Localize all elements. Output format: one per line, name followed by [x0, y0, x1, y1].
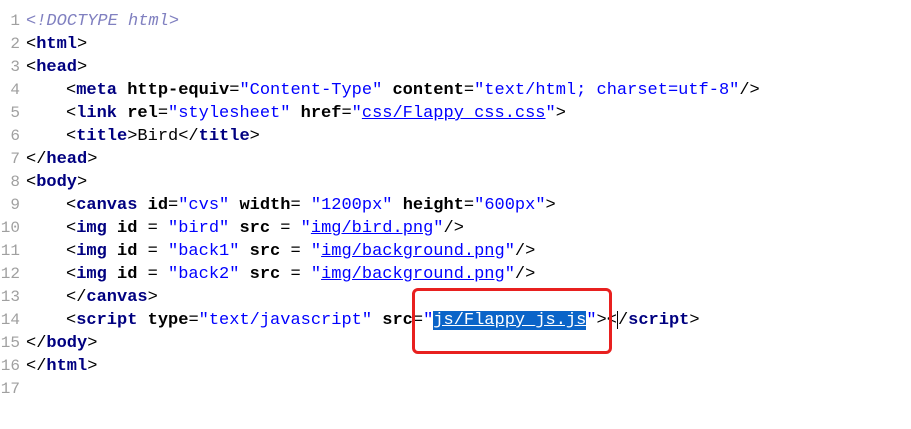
- attribute-name: id: [147, 196, 169, 215]
- tag-name: html: [36, 35, 78, 54]
- line-number: 16: [0, 357, 20, 375]
- tag-name: title: [76, 127, 128, 146]
- title-text: Bird: [137, 127, 179, 146]
- code-line-11[interactable]: <img id = "back1" src = "img/background.…: [26, 240, 760, 263]
- code-line-16[interactable]: </html>: [26, 355, 760, 378]
- tag-name: meta: [76, 81, 118, 100]
- tag-name: script: [76, 311, 138, 330]
- attribute-name: id: [117, 242, 138, 261]
- attribute-name: rel: [127, 104, 158, 123]
- line-number: 3: [10, 58, 20, 76]
- href-link[interactable]: css/Flappy_css.css: [362, 104, 546, 123]
- line-number: 1: [10, 12, 20, 30]
- code-line-17[interactable]: [26, 378, 760, 401]
- code-line-5[interactable]: <link rel="stylesheet" href="css/Flappy_…: [26, 102, 760, 125]
- code-line-12[interactable]: <img id = "back2" src = "img/background.…: [26, 263, 760, 286]
- line-number: 5: [10, 104, 20, 122]
- line-number: 14: [0, 311, 20, 329]
- attribute-value: "back1": [168, 242, 240, 261]
- attribute-value: "1200px": [310, 196, 393, 215]
- attribute-name: href: [300, 104, 342, 123]
- tag-name: script: [628, 311, 690, 330]
- attribute-value: "bird": [168, 219, 230, 238]
- attribute-value: "600px": [474, 196, 546, 215]
- code-line-2[interactable]: <html>: [26, 33, 760, 56]
- line-number: 8: [10, 173, 20, 191]
- tag-name: canvas: [86, 288, 148, 307]
- tag-name: img: [76, 219, 107, 238]
- src-link[interactable]: img/background.png: [321, 242, 505, 261]
- attribute-value: "text/html; charset=utf-8": [474, 81, 740, 100]
- line-number: 11: [0, 242, 20, 260]
- line-number: 10: [0, 219, 20, 237]
- line-number: 7: [10, 150, 20, 168]
- attribute-name: src: [249, 265, 281, 284]
- line-number: 4: [10, 81, 20, 99]
- code-line-8[interactable]: <body>: [26, 171, 760, 194]
- tag-name: canvas: [76, 196, 138, 215]
- line-number: 17: [0, 380, 20, 398]
- attribute-name: id: [117, 219, 138, 238]
- code-editor[interactable]: 1 2 3 4 5 6 7 8 9 10 11 12 13 14 15 16 1…: [0, 0, 911, 429]
- attribute-value: "text/javascript": [198, 311, 373, 330]
- code-line-4[interactable]: <meta http-equiv="Content-Type" content=…: [26, 79, 760, 102]
- attribute-value: "cvs": [178, 196, 230, 215]
- code-line-6[interactable]: <title>Bird</title>: [26, 125, 760, 148]
- doctype-declaration: <!DOCTYPE html>: [26, 12, 180, 31]
- line-number: 2: [10, 35, 20, 53]
- code-line-1[interactable]: <!DOCTYPE html>: [26, 10, 760, 33]
- line-number: 15: [0, 334, 20, 352]
- annotation-highlight-box: [412, 288, 612, 354]
- tag-name: body: [46, 334, 88, 353]
- tag-name: html: [46, 357, 88, 376]
- tag-name: title: [198, 127, 250, 146]
- tag-name: head: [46, 150, 88, 169]
- code-line-13[interactable]: </canvas>: [26, 286, 760, 309]
- attribute-name: src: [382, 311, 413, 330]
- code-line-3[interactable]: <head>: [26, 56, 760, 79]
- attribute-name: height: [402, 196, 464, 215]
- src-link[interactable]: img/bird.png: [311, 219, 433, 238]
- tag-name: img: [76, 265, 107, 284]
- tag-name: body: [36, 173, 78, 192]
- tag-name: head: [36, 58, 78, 77]
- line-number: 6: [10, 127, 20, 145]
- code-line-9[interactable]: <canvas id="cvs" width= "1200px" height=…: [26, 194, 760, 217]
- attribute-name: src: [239, 219, 271, 238]
- attribute-value: "stylesheet": [168, 104, 291, 123]
- code-area[interactable]: <!DOCTYPE html> <html> <head> <meta http…: [26, 10, 760, 401]
- tag-name: img: [76, 242, 107, 261]
- code-line-15[interactable]: </body>: [26, 332, 760, 355]
- attribute-name: type: [147, 311, 189, 330]
- src-link[interactable]: img/background.png: [321, 265, 505, 284]
- line-number-gutter: 1 2 3 4 5 6 7 8 9 10 11 12 13 14 15 16 1…: [0, 10, 22, 401]
- attribute-name: content: [392, 81, 464, 100]
- line-number: 12: [0, 265, 20, 283]
- code-line-14[interactable]: <script type="text/javascript" src="js/F…: [26, 309, 760, 332]
- line-number: 13: [0, 288, 20, 306]
- attribute-name: width: [239, 196, 291, 215]
- code-line-10[interactable]: <img id = "bird" src = "img/bird.png"/>: [26, 217, 760, 240]
- attribute-value: "back2": [168, 265, 240, 284]
- tag-name: link: [76, 104, 118, 123]
- attribute-name: id: [117, 265, 138, 284]
- attribute-name: http-equiv: [127, 81, 230, 100]
- code-line-7[interactable]: </head>: [26, 148, 760, 171]
- line-number: 9: [10, 196, 20, 214]
- attribute-value: "Content-Type": [239, 81, 383, 100]
- attribute-name: src: [249, 242, 281, 261]
